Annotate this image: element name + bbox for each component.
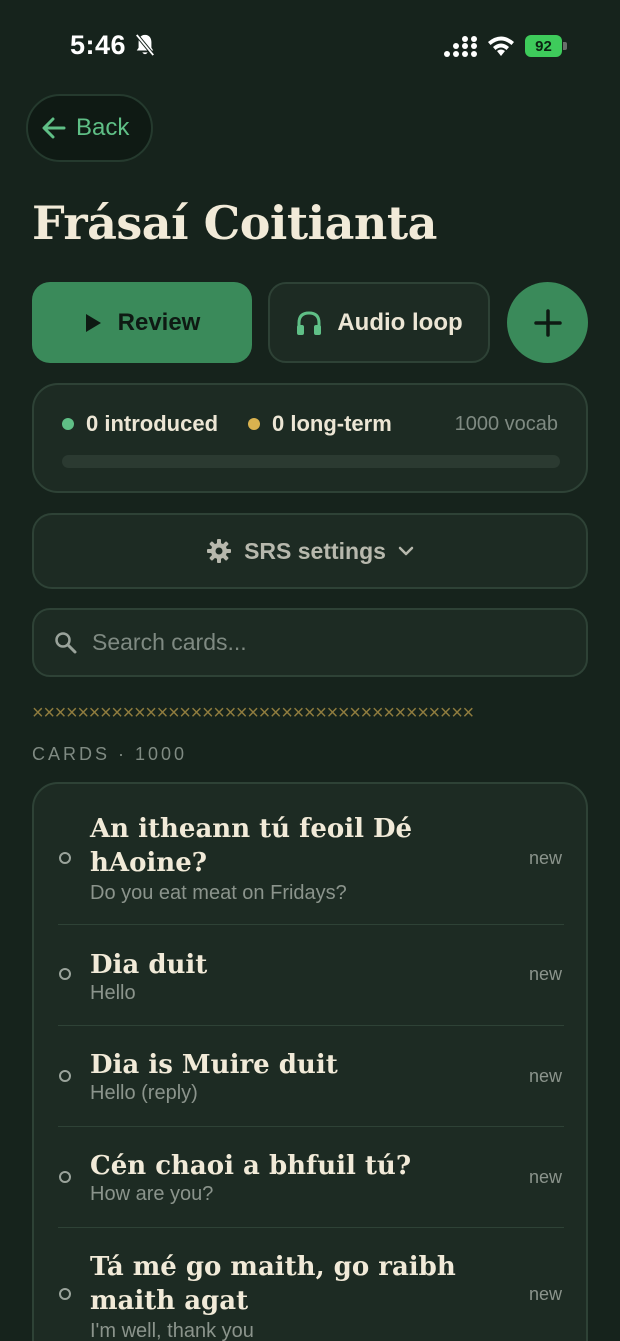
srs-settings-label: SRS settings — [244, 537, 386, 564]
status-bar: 5:46 92 — [0, 0, 620, 92]
card-row[interactable]: Dia is Muire duit Hello (reply) new — [58, 1048, 564, 1118]
card-status: new — [528, 1284, 562, 1304]
arrow-left-icon — [42, 117, 66, 139]
row-divider — [58, 1227, 564, 1228]
signal-icon — [444, 36, 477, 57]
battery-tip — [563, 42, 567, 50]
headphones-icon — [297, 310, 322, 335]
cards-heading: CARDS · 1000 — [32, 744, 188, 764]
card-translation: How are you? — [90, 1183, 214, 1205]
chevron-down-icon — [398, 546, 414, 556]
page-title: Frásaí Coitianta — [32, 196, 437, 250]
card-term: Cén chaoi a bhfuil tú? — [90, 1151, 412, 1181]
card-row[interactable]: Tá mé go maith, go raibh maith agat I'm … — [58, 1250, 564, 1341]
card-status-dot — [59, 852, 71, 864]
row-divider — [58, 1126, 564, 1127]
row-divider — [58, 924, 564, 925]
card-status: new — [528, 848, 562, 868]
card-translation: Hello (reply) — [90, 1082, 198, 1104]
progress-bar — [62, 455, 560, 468]
search-bar — [32, 608, 588, 677]
back-button[interactable]: Back — [26, 94, 153, 162]
play-icon — [85, 313, 101, 332]
decorative-divider: ××××××××××××××××××××××××××××××××××××××× — [32, 702, 588, 726]
audio-loop-label: Audio loop — [337, 308, 463, 336]
srs-settings-toggle[interactable]: SRS settings — [32, 513, 588, 589]
search-input[interactable] — [92, 629, 552, 656]
introduced-label: 0 introduced — [86, 411, 219, 436]
card-row[interactable]: An itheann tú feoil Dé hAoine? Do you ea… — [58, 812, 564, 922]
card-status: new — [528, 964, 562, 984]
card-row[interactable]: Dia duit Hello new — [58, 948, 564, 1018]
card-term: Dia is Muire duit — [90, 1050, 338, 1080]
divider-glyphs: ××××××××××××××××××××××××××××××××××××××× — [32, 702, 474, 724]
card-translation: Do you eat meat on Fridays? — [90, 882, 347, 904]
add-card-button[interactable] — [507, 282, 588, 363]
card-term: An itheann tú feoil Dé hAoine? — [90, 814, 413, 878]
status-time: 5:46 — [70, 30, 127, 60]
introduced-dot — [62, 418, 74, 430]
bell-muted-icon — [135, 33, 155, 57]
vocab-count: 1000 vocab — [454, 413, 558, 435]
card-term: Dia duit — [90, 950, 208, 980]
card-translation: Hello — [90, 982, 136, 1004]
card-list: An itheann tú feoil Dé hAoine? Do you ea… — [32, 782, 588, 1341]
card-status: new — [528, 1066, 562, 1086]
battery-indicator: 92 — [525, 35, 567, 57]
card-term: Tá mé go maith, go raibh maith agat — [90, 1252, 456, 1316]
card-status-dot — [59, 1171, 71, 1183]
card-translation: I'm well, thank you — [90, 1320, 254, 1341]
audio-loop-button[interactable]: Audio loop — [268, 282, 490, 363]
long-term-label: 0 long-term — [272, 411, 392, 436]
introduced-stat: 0 introduced — [62, 411, 218, 437]
review-button[interactable]: Review — [32, 282, 252, 363]
stats-card: 0 introduced 0 long-term 1000 vocab — [32, 383, 588, 493]
row-divider — [58, 1025, 564, 1026]
card-row[interactable]: Cén chaoi a bhfuil tú? How are you? new — [58, 1149, 564, 1219]
card-status: new — [528, 1167, 562, 1187]
wifi-icon — [488, 36, 514, 56]
gear-icon — [207, 539, 232, 563]
back-label: Back — [76, 114, 130, 141]
plus-icon — [533, 308, 562, 337]
long-term-dot — [248, 418, 260, 430]
search-icon — [55, 631, 77, 653]
long-term-stat: 0 long-term — [248, 411, 392, 437]
review-label: Review — [117, 308, 201, 336]
battery-level: 92 — [525, 35, 562, 57]
card-status-dot — [59, 1288, 71, 1300]
card-status-dot — [59, 968, 71, 980]
card-status-dot — [59, 1070, 71, 1082]
